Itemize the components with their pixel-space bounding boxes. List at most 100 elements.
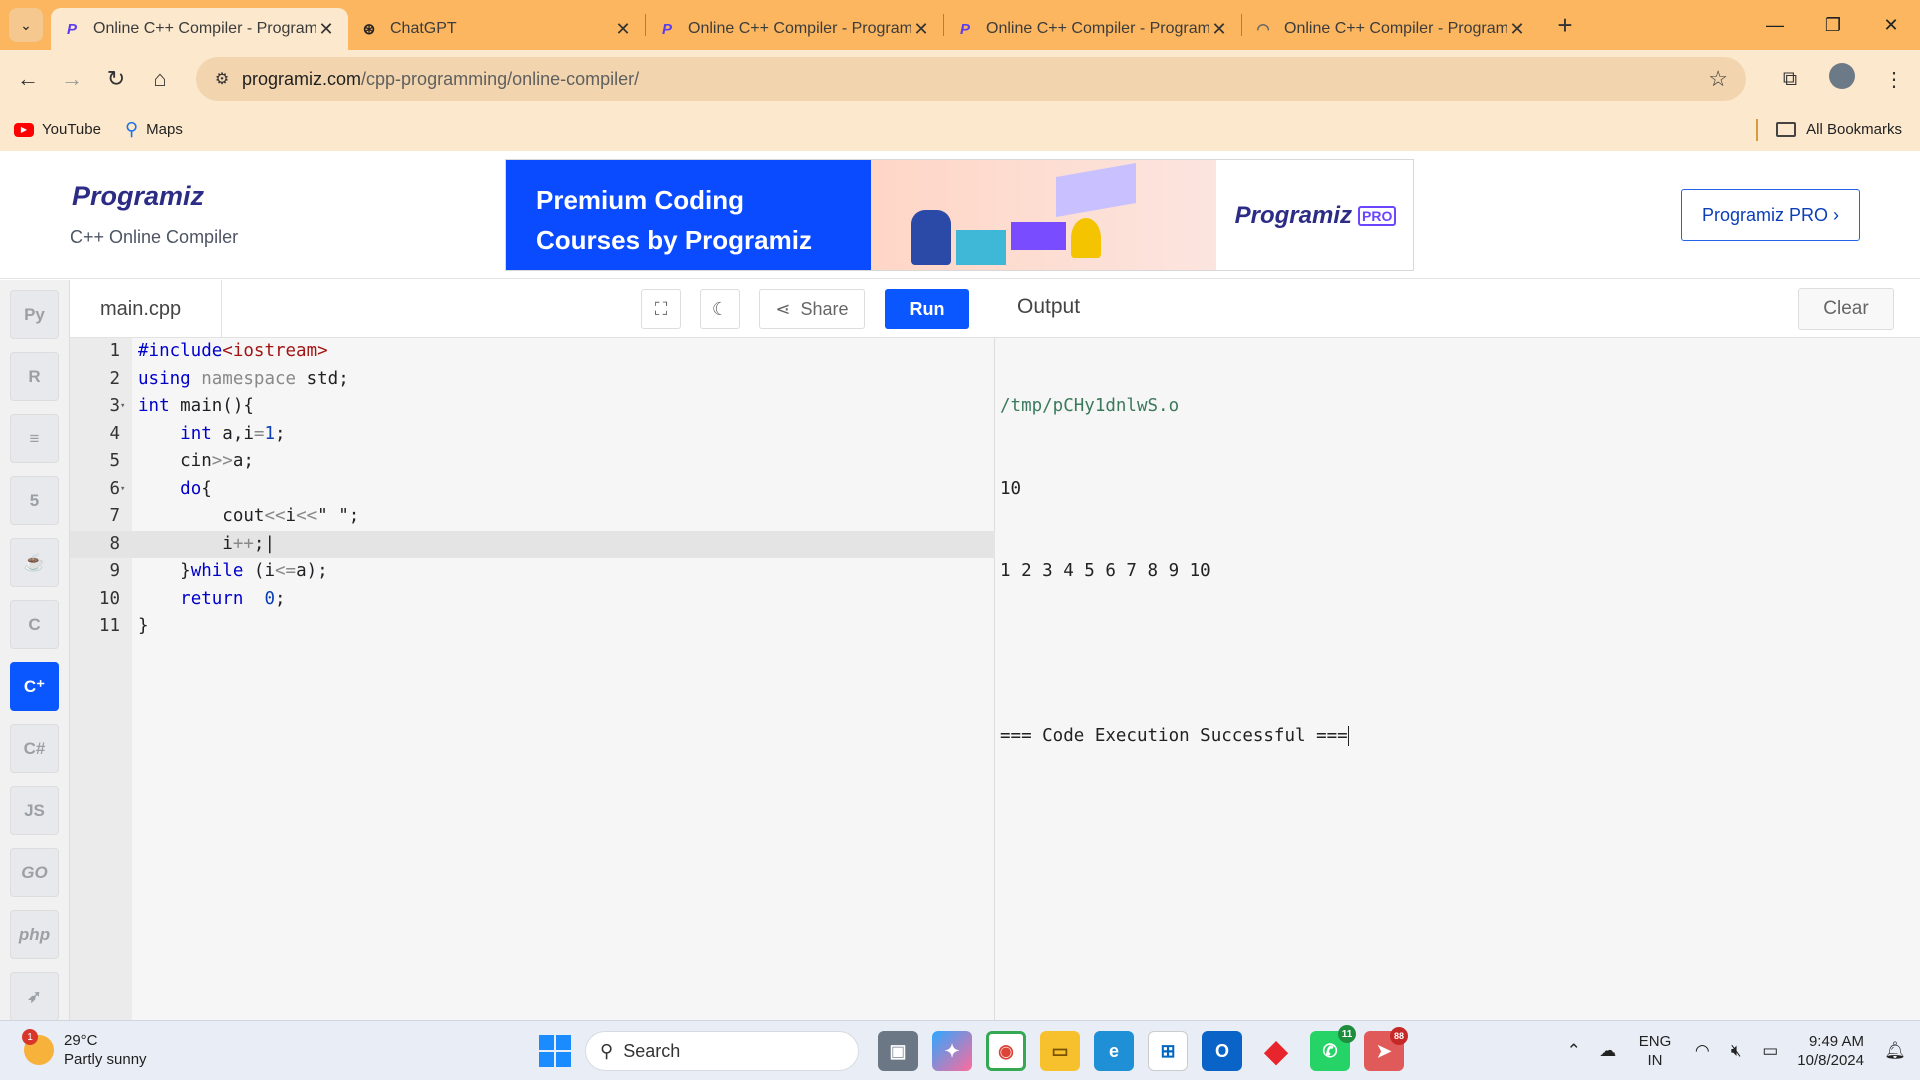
close-icon[interactable]: ✕	[316, 19, 336, 40]
code-line[interactable]: 4 int a,i=1;	[70, 421, 995, 449]
file-explorer-icon[interactable]: ▭	[1040, 1031, 1080, 1071]
code-line[interactable]: 1 #include<iostream>	[70, 338, 995, 366]
minimize-icon[interactable]: —	[1746, 15, 1804, 36]
all-bookmarks[interactable]: All Bookmarks	[1756, 118, 1902, 141]
back-icon[interactable]: ←	[10, 61, 46, 97]
address-bar[interactable]: ⚙ programiz.com/cpp-programming/online-c…	[196, 57, 1746, 101]
menu-icon[interactable]: ⋮	[1868, 67, 1920, 92]
code-line[interactable]: 11}	[70, 613, 995, 641]
chevron-up-icon[interactable]: ⌃	[1557, 1041, 1591, 1061]
task-view-icon[interactable]: ▣	[878, 1031, 918, 1071]
whatsapp-badge: 11	[1338, 1025, 1356, 1043]
code-editor-panel: main.cpp ⛶ ☾ ⋖ Share Run 1 #include<iostre…	[70, 280, 995, 1020]
python-icon[interactable]: Py	[10, 290, 59, 339]
tab-search-button[interactable]: ⌄	[9, 8, 43, 42]
weather-widget[interactable]: 1 29°C Partly sunny	[22, 1029, 147, 1069]
sql-icon[interactable]: ≡	[10, 414, 59, 463]
language-sidebar: Py R ≡ 5 ☕ C C⁺ C# JS GO php ➶	[0, 280, 70, 1021]
store-icon[interactable]: ⊞	[1148, 1031, 1188, 1071]
extensions-icon[interactable]: ⧉	[1764, 68, 1816, 91]
r-icon[interactable]: R	[10, 352, 59, 401]
telegram-badge: 88	[1390, 1027, 1408, 1045]
telegram-icon[interactable]: ➤ 88	[1364, 1027, 1408, 1071]
home-icon[interactable]: ⌂	[142, 61, 178, 97]
programiz-pro-button[interactable]: Programiz PRO ›	[1681, 189, 1860, 241]
window-controls: — ❐ ✕	[1746, 0, 1920, 50]
bookmark-maps[interactable]: ⚲ Maps	[125, 119, 183, 140]
output-path: /tmp/pCHy1dnlwS.o	[1000, 396, 1180, 416]
weather-temp: 29°C	[64, 1032, 98, 1049]
share-button[interactable]: ⋖ Share	[759, 289, 865, 329]
site-info-icon[interactable]: ⚙	[202, 69, 242, 89]
fullscreen-icon[interactable]: ⛶	[641, 289, 681, 329]
input-language[interactable]: ENG IN	[1639, 1032, 1672, 1070]
output-title: Output	[1017, 295, 1081, 318]
output-console[interactable]: /tmp/pCHy1dnlwS.o 10 1 2 3 4 5 6 7 8 9 1…	[1000, 338, 1349, 806]
restore-icon[interactable]: ❐	[1804, 15, 1862, 36]
clear-button[interactable]: Clear	[1798, 288, 1894, 330]
clock[interactable]: 9:49 AM 10/8/2024	[1797, 1032, 1864, 1070]
c-icon[interactable]: C	[10, 600, 59, 649]
close-window-icon[interactable]: ✕	[1862, 15, 1920, 36]
javascript-icon[interactable]: JS	[10, 786, 59, 835]
code-line[interactable]: 6 ▾ do{	[70, 476, 995, 504]
forward-icon[interactable]: →	[54, 61, 90, 97]
weather-icon: 1	[22, 1029, 54, 1065]
copilot-icon[interactable]: ✦	[932, 1031, 972, 1071]
programiz-icon: P	[66, 20, 77, 38]
os-taskbar: 1 29°C Partly sunny ⚲ Search ▣ ✦ ◉ ▭ e ⊞…	[0, 1020, 1920, 1080]
bookmark-youtube[interactable]: ▶ YouTube	[14, 121, 101, 138]
browser-tab[interactable]: P Online C++ Compiler - Program ✕	[646, 8, 943, 50]
browser-tab[interactable]: ⊛ ChatGPT ✕	[348, 8, 645, 50]
dark-mode-icon[interactable]: ☾	[700, 289, 740, 329]
taskbar-search[interactable]: ⚲ Search	[585, 1031, 859, 1071]
windows-start-icon[interactable]	[539, 1035, 571, 1067]
profile-avatar[interactable]	[1816, 63, 1868, 95]
output-panel: Output Clear /tmp/pCHy1dnlwS.o 10 1 2 3 …	[995, 280, 1920, 1020]
close-icon[interactable]: ✕	[911, 19, 931, 40]
editor-header: main.cpp ⛶ ☾ ⋖ Share Run	[70, 280, 995, 338]
outlook-icon[interactable]: O	[1202, 1031, 1242, 1071]
file-tab[interactable]: main.cpp	[70, 280, 222, 338]
programiz-logo[interactable]: Programiz	[72, 181, 204, 212]
bookmarks-bar: ▶ YouTube ⚲ Maps All Bookmarks	[0, 108, 1920, 151]
close-icon[interactable]: ✕	[613, 19, 633, 40]
cpp-icon[interactable]: C⁺	[10, 662, 59, 711]
code-line[interactable]: 10 return 0;	[70, 586, 995, 614]
close-icon[interactable]: ✕	[1507, 19, 1527, 40]
browser-tab[interactable]: P Online C++ Compiler - Program ✕	[51, 8, 348, 50]
code-line[interactable]: 5 cin>>a;	[70, 448, 995, 476]
code-line[interactable]: 3 ▾ int main(){	[70, 393, 995, 421]
new-tab-button[interactable]: +	[1547, 10, 1583, 41]
code-line[interactable]: 2 using namespace std;	[70, 366, 995, 394]
close-icon[interactable]: ✕	[1209, 19, 1229, 40]
html5-icon[interactable]: 5	[10, 476, 59, 525]
url-text[interactable]: programiz.com/cpp-programming/online-com…	[242, 69, 639, 90]
java-icon[interactable]: ☕	[10, 538, 59, 587]
battery-icon[interactable]: ▭	[1753, 1041, 1787, 1061]
toolbar-actions: ⧉ ⋮	[1764, 50, 1920, 108]
go-icon[interactable]: GO	[10, 848, 59, 897]
wifi-icon[interactable]: ◠	[1685, 1041, 1719, 1061]
php-icon[interactable]: php	[10, 910, 59, 959]
code-line[interactable]: 9 }while (i<=a);	[70, 558, 995, 586]
bookmark-star-icon[interactable]: ☆	[1708, 66, 1728, 92]
reload-icon[interactable]: ↻	[98, 61, 134, 97]
browser-tab[interactable]: P Online C++ Compiler - Program ✕	[944, 8, 1241, 50]
browser-tab[interactable]: ◠ Online C++ Compiler - Program ✕	[1242, 8, 1539, 50]
volume-muted-icon[interactable]: 🔇︎	[1719, 1041, 1753, 1061]
chrome-icon[interactable]: ◉	[986, 1031, 1026, 1071]
anydesk-icon[interactable]: ◆	[1256, 1031, 1296, 1071]
code-area[interactable]: 1 #include<iostream> 2 using namespace std…	[70, 338, 995, 641]
code-line[interactable]: 7 cout<<i<<" ";	[70, 503, 995, 531]
run-button[interactable]: Run	[885, 289, 969, 329]
onedrive-icon[interactable]: ☁	[1591, 1041, 1625, 1061]
swift-icon[interactable]: ➶	[10, 972, 59, 1021]
promo-banner[interactable]: Premium Coding Courses by Programiz Prog…	[505, 159, 1414, 271]
browser-toolbar: ← → ↻ ⌂ ⚙ programiz.com/cpp-programming/…	[0, 50, 1920, 108]
edge-icon[interactable]: e	[1094, 1031, 1134, 1071]
whatsapp-icon[interactable]: ✆ 11	[1310, 1025, 1356, 1071]
code-line-active[interactable]: 8 i++;|	[70, 530, 995, 558]
csharp-icon[interactable]: C#	[10, 724, 59, 773]
notification-bell-icon[interactable]: 🔔︎	[1878, 1041, 1912, 1061]
